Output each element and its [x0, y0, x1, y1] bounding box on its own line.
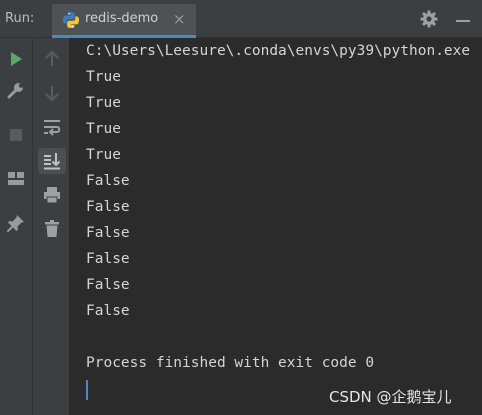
console-command: C:\Users\Leesure\.conda\envs\py39\python… — [86, 43, 471, 59]
layout-icon[interactable] — [5, 168, 27, 190]
down-arrow-icon[interactable] — [41, 82, 63, 104]
pin-icon[interactable] — [5, 212, 27, 234]
left-toolbar — [0, 38, 33, 415]
output-line: False — [86, 199, 130, 215]
wrench-icon[interactable] — [5, 80, 27, 102]
output-line: False — [86, 225, 130, 241]
tab-redis-demo[interactable]: redis-demo × — [52, 4, 196, 38]
output-line: True — [86, 121, 121, 137]
tab-title: redis-demo — [85, 11, 159, 26]
right-toolbar — [33, 38, 70, 415]
output-line: False — [86, 173, 130, 189]
output-line: False — [86, 303, 130, 319]
exit-message: Process finished with exit code 0 — [86, 355, 375, 371]
gear-icon[interactable] — [419, 9, 439, 29]
output-line: True — [86, 95, 121, 111]
close-icon[interactable]: × — [173, 10, 186, 28]
scroll-to-end-icon[interactable] — [41, 150, 63, 172]
stop-icon[interactable] — [5, 124, 27, 146]
up-arrow-icon[interactable] — [41, 48, 63, 70]
output-line: False — [86, 251, 130, 267]
run-icon[interactable] — [5, 48, 27, 70]
trash-icon[interactable] — [41, 218, 63, 240]
output-line: False — [86, 277, 130, 293]
soft-wrap-icon[interactable] — [41, 116, 63, 138]
watermark: CSDN @企鹅宝儿 — [329, 388, 452, 406]
output-line: True — [86, 147, 121, 163]
run-label: Run: — [5, 11, 35, 26]
output-line: True — [86, 69, 121, 85]
run-panel-header: Run: redis-demo × — [0, 0, 482, 38]
print-icon[interactable] — [41, 184, 63, 206]
text-cursor — [86, 380, 88, 400]
minimize-icon[interactable] — [456, 20, 470, 22]
python-icon — [62, 11, 80, 29]
console-output[interactable]: C:\Users\Leesure\.conda\envs\py39\python… — [70, 38, 482, 415]
